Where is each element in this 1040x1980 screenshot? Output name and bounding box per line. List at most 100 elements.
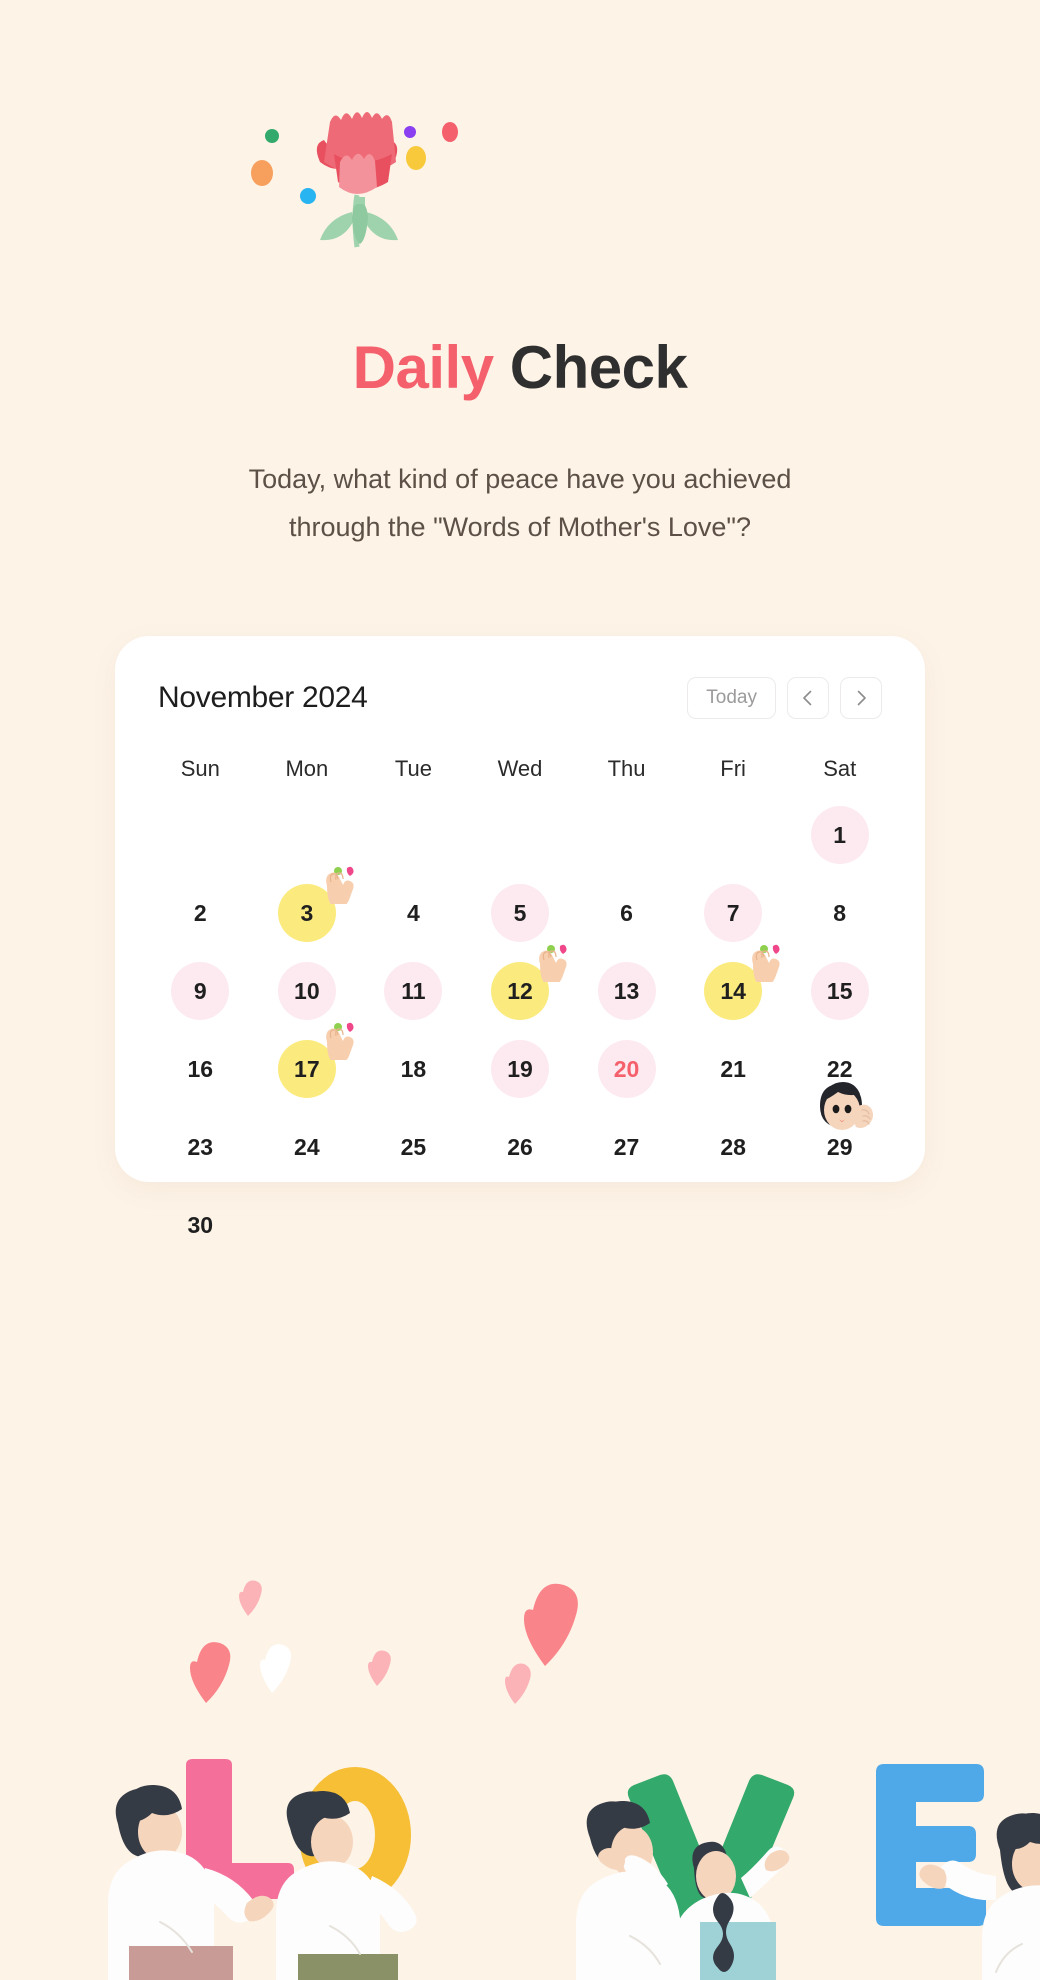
calendar-cell[interactable]: 14 <box>680 944 787 1030</box>
calendar-cell[interactable]: 7 <box>680 874 787 952</box>
calendar-cell[interactable]: 20 <box>573 1030 680 1108</box>
calendar-day-5[interactable]: 5 <box>490 884 549 942</box>
confetti-dot-purple <box>404 126 416 138</box>
calendar-cell[interactable]: 8 <box>786 874 893 952</box>
calendar-cell[interactable]: 10 <box>254 952 361 1030</box>
calendar-day-26[interactable]: 26 <box>491 1118 549 1176</box>
calendar-cell[interactable]: 30 <box>147 1186 254 1264</box>
prev-month-button[interactable] <box>787 677 829 719</box>
next-month-button[interactable] <box>840 677 882 719</box>
page-subtitle: Today, what kind of peace have you achie… <box>0 455 1040 551</box>
calendar-cell-empty <box>360 796 467 874</box>
weekday-thu: Thu <box>607 756 646 781</box>
calendar-day-19[interactable]: 19 <box>490 1040 549 1098</box>
calendar-cell[interactable]: 6 <box>573 874 680 952</box>
subtitle-line-1: Today, what kind of peace have you achie… <box>248 464 792 494</box>
calendar-day-24[interactable]: 24 <box>278 1118 336 1176</box>
weekday-fri: Fri <box>720 756 746 781</box>
calendar-cell[interactable]: 15 <box>786 952 893 1030</box>
woman-listening-icon <box>807 1072 881 1146</box>
calendar-day-11[interactable]: 11 <box>384 962 443 1020</box>
weekday-sun: Sun <box>180 756 220 781</box>
calendar-cell[interactable]: 12 <box>467 944 574 1030</box>
calendar-cell[interactable]: 9 <box>147 952 254 1030</box>
calendar-day-7[interactable]: 7 <box>704 884 763 942</box>
calendar-cell[interactable]: 5 <box>467 874 574 952</box>
calendar-day-4[interactable]: 4 <box>384 884 442 942</box>
calendar-day-3[interactable]: 3 <box>277 866 354 942</box>
calendar-cell-empty <box>147 796 254 874</box>
calendar-nav: Today <box>687 677 882 719</box>
calendar-day-17[interactable]: 17 <box>277 1022 354 1098</box>
page-title: Daily Check <box>0 338 1040 398</box>
calendar-day-20[interactable]: 20 <box>597 1040 656 1098</box>
calendar-cell[interactable]: 27 <box>573 1108 680 1186</box>
calendar-day-13[interactable]: 13 <box>597 962 656 1020</box>
people-holding-love-letters-icon <box>0 1750 1040 1980</box>
calendar-cell[interactable]: 24 <box>254 1108 361 1186</box>
calendar-day-30[interactable]: 30 <box>171 1196 229 1254</box>
daily-check-page: Daily Check Today, what kind of peace ha… <box>0 0 1040 1980</box>
love-letter-e <box>876 1764 986 1926</box>
calendar-day-25[interactable]: 25 <box>384 1118 442 1176</box>
calendar-day-14[interactable]: 14 <box>704 944 780 1020</box>
calendar-cell[interactable]: 23 <box>147 1108 254 1186</box>
calendar-day-12[interactable]: 12 <box>490 944 567 1020</box>
calendar-header: November 2024 Today <box>115 674 925 722</box>
confetti-dot-red <box>442 122 458 142</box>
calendar-cell[interactable]: 4 <box>360 874 467 952</box>
confetti-dot-green <box>265 129 279 143</box>
calendar-cell[interactable]: 26 <box>467 1108 574 1186</box>
calendar-cell-empty <box>573 1186 680 1264</box>
calendar-day-18[interactable]: 18 <box>384 1040 442 1098</box>
subtitle-line-2: through the "Words of Mother's Love"? <box>288 512 752 543</box>
calendar-cell-empty <box>786 1186 893 1264</box>
calendar-cell-empty <box>360 1186 467 1264</box>
calendar-cell[interactable]: 18 <box>360 1030 467 1108</box>
calendar-card: November 2024 Today Sun Mon Tue Wed Thu Fri Sa… <box>115 636 925 1238</box>
confetti-dot-orange <box>251 160 273 186</box>
calendar-day-28[interactable]: 28 <box>704 1118 762 1176</box>
chevron-right-icon <box>850 687 872 709</box>
chevron-left-icon <box>797 687 819 709</box>
weekday-wed: Wed <box>497 756 543 781</box>
calendar-cell-empty <box>467 1186 574 1264</box>
calendar-cell-empty <box>680 796 787 874</box>
calendar-day-21[interactable]: 21 <box>704 1040 762 1098</box>
weekday-sat: Sat <box>823 756 857 781</box>
calendar-cell-empty <box>254 1186 361 1264</box>
calendar-day-9[interactable]: 9 <box>171 962 230 1020</box>
calendar-cell[interactable]: 21 <box>680 1030 787 1108</box>
calendar-day-8[interactable]: 8 <box>811 884 869 942</box>
calendar-cell[interactable]: 2 <box>147 874 254 952</box>
calendar-cell[interactable]: 1 <box>786 796 893 874</box>
calendar-cell[interactable]: 16 <box>147 1030 254 1108</box>
calendar-cell[interactable]: 25 <box>360 1108 467 1186</box>
calendar-cell[interactable]: 3 <box>254 866 361 952</box>
calendar-cell[interactable]: 28 <box>680 1108 787 1186</box>
confetti-dot-yellow <box>406 146 426 170</box>
calendar-cell-empty <box>680 1186 787 1264</box>
calendar-cell[interactable]: 17 <box>254 1022 361 1108</box>
calendar-grid: 1 2 3 4 5 6 7 8 9 10 11 12 13 14 15 16 17 18 19 20 21 22 23 24 2… <box>147 796 893 1264</box>
calendar-day-15[interactable]: 15 <box>810 962 869 1020</box>
page-title-accent: Daily <box>352 334 494 401</box>
calendar-day-16[interactable]: 16 <box>171 1040 229 1098</box>
calendar-day-6[interactable]: 6 <box>598 884 656 942</box>
calendar-day-1[interactable]: 1 <box>810 806 869 864</box>
calendar-weekday-header: Sun Mon Tue Wed Thu Fri Sat <box>147 756 893 782</box>
calendar-cell-empty <box>573 796 680 874</box>
calendar-day-2[interactable]: 2 <box>171 884 229 942</box>
calendar-cell-empty <box>467 796 574 874</box>
confetti-dot-blue <box>300 188 316 204</box>
calendar-day-27[interactable]: 27 <box>598 1118 656 1176</box>
weekday-mon: Mon <box>285 756 329 781</box>
calendar-day-23[interactable]: 23 <box>171 1118 229 1176</box>
today-button[interactable]: Today <box>687 677 776 719</box>
calendar-cell[interactable]: 13 <box>573 952 680 1030</box>
calendar-day-10[interactable]: 10 <box>277 962 336 1020</box>
calendar-cell[interactable]: 19 <box>467 1030 574 1108</box>
floating-hearts-icon <box>0 1540 1040 1770</box>
calendar-cell[interactable]: 11 <box>360 952 467 1030</box>
calendar-cell-empty <box>254 796 361 874</box>
